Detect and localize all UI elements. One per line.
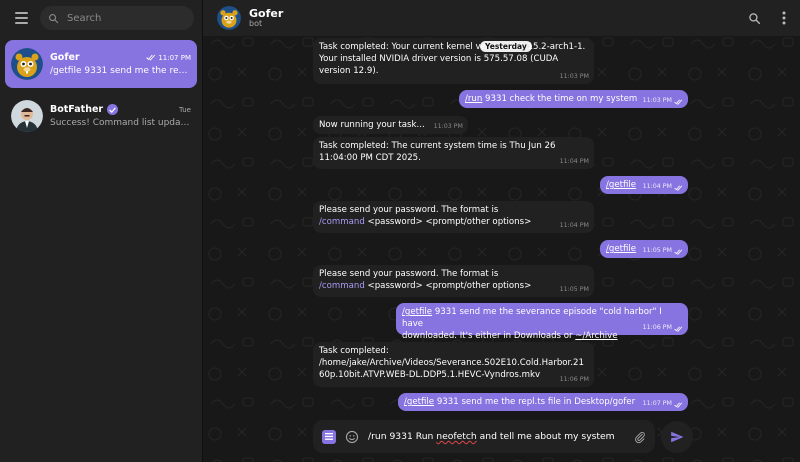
- chat-name: BotFather: [50, 104, 104, 115]
- message-incoming[interactable]: Task completed: /home/jake/Archive/Video…: [313, 342, 594, 387]
- avatar: [11, 48, 43, 80]
- message-incoming[interactable]: Task completed: Your current kernel vers…: [313, 38, 594, 84]
- chat-header[interactable]: Gofer bot: [203, 0, 800, 36]
- message-time: 11:05 PM: [559, 286, 589, 294]
- hamburger-icon: [14, 12, 28, 14]
- double-check-icon: [674, 326, 683, 332]
- chat-preview: /getfile 9331 send me the repl.ts file i…: [50, 66, 191, 76]
- chat-list-sidebar: Gofer 11:07 PM /getfile 9331 send me the…: [0, 0, 203, 462]
- message-incoming[interactable]: Now running your task... 11:03 PM: [313, 116, 468, 134]
- chat-item-gofer[interactable]: Gofer 11:07 PM /getfile 9331 send me the…: [5, 40, 197, 88]
- message-time: 11:04 PM: [559, 222, 589, 230]
- message-text: /home/jake/Archive/Videos/Severance.S02E…: [319, 358, 584, 369]
- message-text: <password> <prompt/other options>: [364, 217, 532, 228]
- sidebar-top-bar: [0, 0, 202, 36]
- message-outgoing[interactable]: /getfile 9331 send me the severance epis…: [396, 303, 688, 341]
- message-time: 11:04 PM: [559, 158, 589, 166]
- message-text: Task completed: The current system time …: [319, 141, 556, 151]
- message-text: Now running your task...: [319, 120, 425, 130]
- misspelled-word: neofetch: [436, 431, 477, 442]
- search-in-chat-button[interactable]: [746, 10, 762, 26]
- message-text: Task completed: Your current kernel vers…: [319, 42, 586, 52]
- message-composer: /run 9331 Run neofetch and tell me about…: [313, 420, 655, 453]
- message-text: Please send your password. The format is: [319, 205, 499, 215]
- paperclip-icon: [635, 431, 645, 443]
- message-text: Please send your password. The format is: [319, 269, 499, 279]
- message-text: Your installed NVIDIA driver version is …: [319, 54, 559, 65]
- kebab-menu-icon: [782, 11, 786, 25]
- message-text: downloaded. It's either in Downloads or: [402, 331, 576, 342]
- bot-command-link[interactable]: /getfile: [404, 397, 434, 407]
- search-input[interactable]: [67, 12, 186, 24]
- date-separator: Yesterday: [480, 41, 532, 52]
- double-check-icon: [674, 99, 683, 105]
- chat-time: Tue: [179, 105, 191, 114]
- bot-command-link[interactable]: /getfile: [402, 307, 432, 317]
- message-input[interactable]: /run 9331 Run neofetch and tell me about…: [368, 431, 634, 442]
- search-icon: [49, 13, 59, 23]
- message-outgoing[interactable]: /run 9331 check the time on my system 11…: [459, 90, 688, 108]
- chat-panel: Gofer bot Task completed: Your current k…: [203, 0, 800, 462]
- message-outgoing[interactable]: /getfile 11:05 PM: [600, 240, 688, 258]
- chat-title: Gofer: [249, 6, 284, 20]
- chat-time: 11:07 PM: [158, 53, 191, 62]
- message-text: 9331 check the time on my system: [482, 94, 638, 104]
- chat-subtitle: bot: [249, 18, 263, 28]
- smiley-icon: [345, 430, 359, 443]
- main-menu-button[interactable]: [10, 7, 32, 29]
- message-time: 11:04 PM: [642, 183, 672, 191]
- bot-command-link[interactable]: /getfile: [606, 244, 636, 254]
- message-time: 11:05 PM: [642, 247, 672, 255]
- double-check-icon: [146, 54, 156, 61]
- search-box[interactable]: [40, 6, 194, 30]
- chat-preview: Success! Command list updated. /help: [50, 118, 191, 128]
- message-text: 11:04:00 PM CDT 2025.: [319, 153, 421, 164]
- message-time: 11:06 PM: [642, 324, 672, 332]
- send-button[interactable]: [661, 421, 693, 453]
- message-text: 9331 send me the repl.ts file in Desktop…: [434, 397, 636, 407]
- more-options-button[interactable]: [776, 10, 792, 26]
- message-outgoing[interactable]: /getfile 11:04 PM: [600, 176, 688, 194]
- bot-command-link[interactable]: /run: [465, 94, 482, 104]
- message-time: 11:06 PM: [559, 376, 589, 384]
- message-text: <password> <prompt/other options>: [364, 281, 532, 292]
- chat-name: Gofer: [50, 52, 80, 63]
- gofer-avatar-icon: [217, 6, 241, 30]
- bot-menu-button[interactable]: [322, 429, 336, 444]
- message-incoming[interactable]: Task completed: The current system time …: [313, 137, 594, 169]
- message-time: 11:03 PM: [433, 123, 463, 131]
- gofer-avatar-icon: [11, 48, 43, 80]
- message-text: version 12.9).: [319, 66, 379, 77]
- emoji-button[interactable]: [345, 430, 359, 444]
- message-time: 11:07 PM: [642, 400, 672, 408]
- message-time: 11:03 PM: [559, 73, 589, 81]
- attach-button[interactable]: [634, 430, 646, 444]
- chat-item-botfather[interactable]: BotFather Tue Success! Command list upda…: [5, 92, 197, 140]
- message-text: 60p.10bit.ATVP.WEB-DL.DDP5.1.HEVC-Vyndro…: [319, 370, 541, 381]
- command-menu-icon: [325, 433, 333, 440]
- message-outgoing[interactable]: /getfile 9331 send me the repl.ts file i…: [398, 393, 688, 411]
- avatar: [11, 100, 43, 132]
- double-check-icon: [674, 249, 683, 255]
- double-check-icon: [674, 402, 683, 408]
- bot-command-link[interactable]: /command: [319, 281, 365, 291]
- send-icon: [671, 431, 684, 443]
- message-time: 11:03 PM: [642, 97, 672, 105]
- verified-badge-icon: [107, 104, 119, 115]
- bot-command-link[interactable]: /getfile: [606, 180, 636, 190]
- message-incoming[interactable]: Please send your password. The format is…: [313, 201, 594, 233]
- path-link[interactable]: ~/Archive: [575, 331, 617, 341]
- bot-command-link[interactable]: /command: [319, 217, 365, 227]
- message-text: 9331 send me the severance episode "cold…: [402, 307, 662, 330]
- message-text: Task completed:: [319, 346, 389, 356]
- message-incoming[interactable]: Please send your password. The format is…: [313, 265, 594, 297]
- double-check-icon: [674, 185, 683, 191]
- search-icon: [748, 12, 760, 24]
- avatar[interactable]: [217, 6, 241, 30]
- botfather-avatar-icon: [11, 100, 43, 132]
